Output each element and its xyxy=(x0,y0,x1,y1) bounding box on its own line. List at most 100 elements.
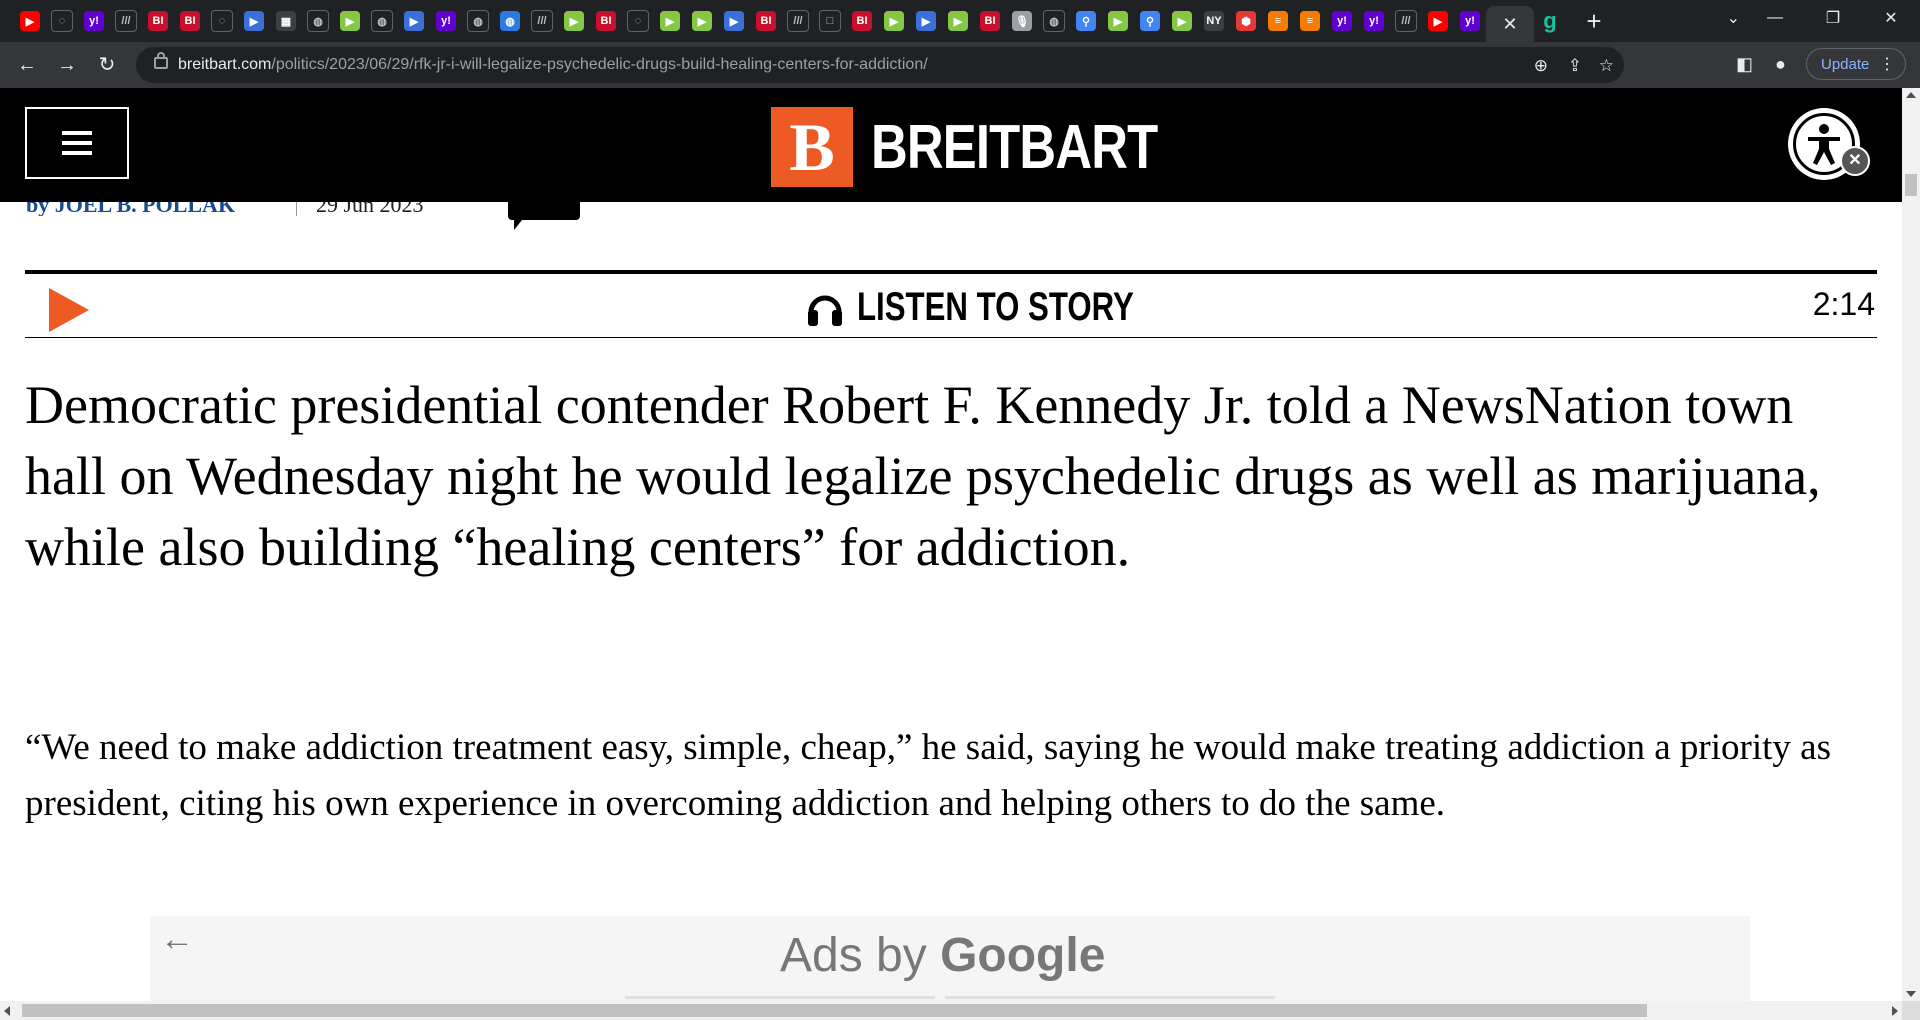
browser-tab[interactable]: ◍ xyxy=(462,4,494,38)
menu-kebab-icon[interactable]: ⋮ xyxy=(1879,54,1895,74)
side-panel-icon[interactable]: ◧ xyxy=(1736,54,1753,75)
browser-tab[interactable]: BI xyxy=(590,4,622,38)
vertical-scrollbar[interactable] xyxy=(1902,88,1920,1001)
scroll-right-arrow-icon[interactable] xyxy=(1892,1006,1898,1016)
browser-tab[interactable]: BI xyxy=(142,4,174,38)
search-icon: ⚲ xyxy=(1076,11,1096,31)
browser-tab[interactable]: □ xyxy=(814,4,846,38)
tab-search-chevron-icon[interactable]: ⌄ xyxy=(1727,8,1740,28)
browser-tab[interactable]: NY xyxy=(1198,4,1230,38)
browser-tab[interactable]: ▶ xyxy=(238,4,270,38)
forward-button[interactable]: → xyxy=(54,52,80,78)
browser-tab[interactable]: y! xyxy=(1454,4,1486,38)
scrollbar-thumb[interactable] xyxy=(1905,174,1917,196)
share-icon[interactable]: ⇪ xyxy=(1568,56,1582,76)
browser-tab[interactable]: BI xyxy=(846,4,878,38)
accessibility-close-icon[interactable]: ✕ xyxy=(1840,146,1870,176)
browser-tab[interactable]: /// xyxy=(1390,4,1422,38)
browser-tab[interactable]: /// xyxy=(110,4,142,38)
browser-tab[interactable]: g xyxy=(1534,4,1566,38)
minimize-button[interactable]: — xyxy=(1746,0,1804,36)
site-logo[interactable]: B BREITBART xyxy=(771,107,1220,187)
youtube-icon: ▶ xyxy=(20,11,40,31)
close-window-button[interactable]: ✕ xyxy=(1862,0,1920,36)
browser-tab[interactable]: ▶ xyxy=(686,4,718,38)
browser-tab[interactable]: y! xyxy=(1326,4,1358,38)
browser-tab[interactable]: ≡ xyxy=(1294,4,1326,38)
browser-tab[interactable]: 🎙 xyxy=(1006,4,1038,38)
browser-tab[interactable]: ▶ xyxy=(1422,4,1454,38)
browser-tab[interactable]: ▶ xyxy=(558,4,590,38)
profile-icon[interactable]: ● xyxy=(1775,54,1786,75)
browser-tab[interactable]: y! xyxy=(78,4,110,38)
reload-button[interactable]: ↻ xyxy=(94,52,120,78)
active-tab[interactable]: ✕ xyxy=(1486,6,1534,42)
bookmark-star-icon[interactable]: ☆ xyxy=(1599,56,1614,76)
browser-tab[interactable]: y! xyxy=(430,4,462,38)
browser-tab[interactable]: /// xyxy=(782,4,814,38)
browser-tab[interactable]: BI xyxy=(750,4,782,38)
browser-tab[interactable]: ▶ xyxy=(878,4,910,38)
search-icon: ⚲ xyxy=(1140,11,1160,31)
listen-to-story-bar[interactable]: LISTEN TO STORY 2:14 xyxy=(25,270,1877,338)
scrollbar-thumb[interactable] xyxy=(22,1004,1647,1017)
microphone-icon: 🎙 xyxy=(1012,11,1032,31)
browser-tab[interactable]: ▶ xyxy=(942,4,974,38)
zoom-icon[interactable]: ⊕ xyxy=(1534,56,1548,76)
yahoo-icon: y! xyxy=(84,11,104,31)
browser-tab[interactable]: y! xyxy=(1358,4,1390,38)
browser-tab[interactable]: BI xyxy=(974,4,1006,38)
browser-tab[interactable]: ▦ xyxy=(270,4,302,38)
ad-container[interactable]: ← Ads by Google xyxy=(150,916,1750,1001)
play-icon[interactable] xyxy=(49,288,89,332)
browser-tab[interactable]: ▶ xyxy=(398,4,430,38)
hamburger-menu-button[interactable] xyxy=(25,107,129,179)
address-bar[interactable]: breitbart.com/politics/2023/06/29/rfk-jr… xyxy=(136,47,1624,83)
restore-button[interactable]: ❐ xyxy=(1804,0,1862,36)
pbs-icon: ◍ xyxy=(500,11,520,31)
grammarly-icon: g xyxy=(1543,8,1557,33)
browser-tab[interactable]: ▶ xyxy=(1166,4,1198,38)
listen-to-story-label: LISTEN TO STORY xyxy=(857,285,1134,329)
wsj-icon: /// xyxy=(531,10,553,32)
browser-tab[interactable]: ▶ xyxy=(910,4,942,38)
browser-tab[interactable]: ◌ xyxy=(622,4,654,38)
browser-tab[interactable]: ◍ xyxy=(366,4,398,38)
new-tab-button[interactable]: + xyxy=(1580,6,1608,37)
site-header: B BREITBART ✕ xyxy=(0,88,1902,202)
globe-icon: ◍ xyxy=(1043,10,1065,32)
browser-tab[interactable]: ◍ xyxy=(1038,4,1070,38)
browser-tab[interactable]: ▶ xyxy=(718,4,750,38)
scroll-up-arrow-icon[interactable] xyxy=(1906,92,1916,98)
business-insider-icon: BI xyxy=(756,11,776,31)
browser-tab[interactable]: ⚲ xyxy=(1070,4,1102,38)
rumble-icon: ▶ xyxy=(1172,11,1192,31)
ad-back-arrow-icon[interactable]: ← xyxy=(160,920,194,959)
shield-icon: ◌ xyxy=(211,10,233,32)
browser-tab[interactable]: ◍ xyxy=(494,4,526,38)
scroll-down-arrow-icon[interactable] xyxy=(1906,991,1916,997)
horizontal-scrollbar[interactable] xyxy=(0,1001,1902,1020)
lock-icon[interactable] xyxy=(154,52,168,69)
browser-tab[interactable]: ◌ xyxy=(206,4,238,38)
scroll-left-arrow-icon[interactable] xyxy=(4,1006,10,1016)
browser-tab[interactable]: BI xyxy=(174,4,206,38)
browser-tab[interactable]: ⬢ xyxy=(1230,4,1262,38)
browser-tab[interactable]: ≡ xyxy=(1262,4,1294,38)
close-tab-icon[interactable]: ✕ xyxy=(1502,14,1517,35)
browser-tab[interactable]: /// xyxy=(526,4,558,38)
logo-mark: B xyxy=(771,107,853,187)
back-button[interactable]: ← xyxy=(14,52,40,78)
globe-icon: ◍ xyxy=(371,10,393,32)
browser-tab[interactable]: ▶ xyxy=(334,4,366,38)
browser-tab[interactable]: ◍ xyxy=(302,4,334,38)
scrollbar-corner xyxy=(1902,1001,1920,1020)
browser-tab[interactable]: ⚲ xyxy=(1134,4,1166,38)
browser-tab[interactable]: ▶ xyxy=(654,4,686,38)
browser-tab[interactable]: ◌ xyxy=(46,4,78,38)
update-button[interactable]: Update ⋮ xyxy=(1806,48,1906,80)
browser-tab[interactable]: ▶ xyxy=(14,4,46,38)
browser-tab[interactable]: ▶ xyxy=(1102,4,1134,38)
menu-line xyxy=(62,131,92,135)
url-text[interactable]: breitbart.com/politics/2023/06/29/rfk-jr… xyxy=(178,56,928,74)
